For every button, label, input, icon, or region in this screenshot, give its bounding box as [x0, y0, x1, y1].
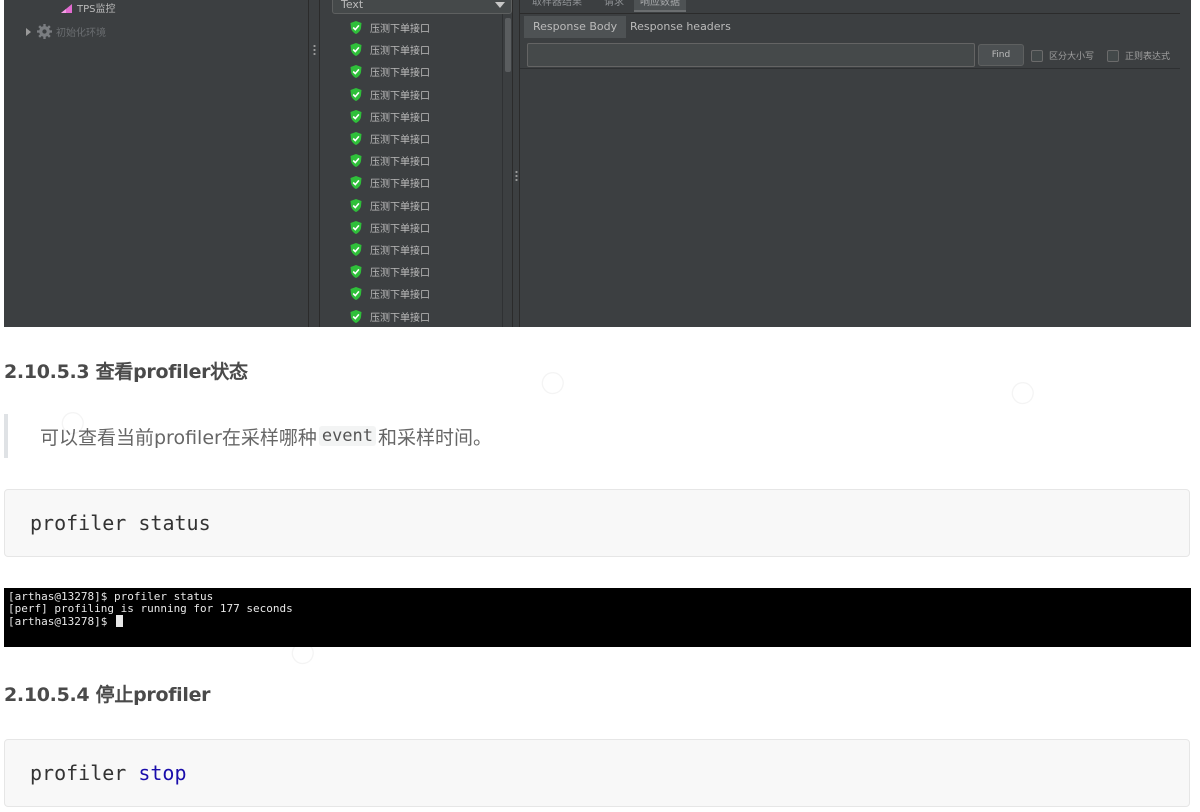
- code-text: profiler status: [30, 511, 211, 535]
- request-item[interactable]: 压测下单接口: [350, 264, 430, 279]
- quote-text: 可以查看当前profiler在采样哪种: [40, 426, 317, 449]
- test-plan-tree: TPS监控 初始化环境: [4, 0, 308, 327]
- splitter-right[interactable]: [512, 0, 520, 327]
- inline-code: event: [318, 426, 377, 446]
- success-shield-icon: [350, 87, 362, 101]
- request-item[interactable]: 压测下单接口: [350, 131, 430, 146]
- success-shield-icon: [350, 309, 362, 323]
- checkbox-label: 区分大小写: [1049, 52, 1095, 62]
- success-shield-icon: [350, 43, 362, 57]
- request-item[interactable]: 压测下单接口: [350, 286, 430, 301]
- success-shield-icon: [350, 220, 362, 234]
- request-label: 压测下单接口: [370, 135, 430, 146]
- terminal-cursor: [115, 615, 123, 627]
- gear-icon: [37, 24, 52, 39]
- watermark: ◯: [1005, 375, 1040, 410]
- response-panel: 取样器结果 请求 响应数据 Response Body Response hea…: [520, 0, 1191, 327]
- request-label: 压测下单接口: [370, 179, 430, 191]
- view-mode-select[interactable]: Text: [332, 0, 512, 14]
- success-shield-icon: [350, 198, 362, 212]
- tab-response-headers[interactable]: Response headers: [621, 16, 740, 38]
- request-item[interactable]: 压测下单接口: [350, 309, 430, 324]
- request-label: 压测下单接口: [370, 46, 430, 58]
- tab-response-body[interactable]: Response Body: [524, 16, 627, 38]
- request-label: 压测下单接口: [370, 68, 430, 80]
- view-mode-value: Text: [341, 0, 364, 11]
- tab-response-data[interactable]: 响应数据: [634, 0, 686, 12]
- expand-arrow-icon[interactable]: [26, 27, 31, 36]
- request-label: 压测下单接口: [370, 268, 430, 280]
- request-item[interactable]: 压测下单接口: [350, 87, 430, 102]
- tab-sampler-result[interactable]: 取样器结果: [526, 0, 588, 12]
- request-label: 压测下单接口: [370, 90, 430, 102]
- request-item[interactable]: 压测下单接口: [350, 175, 430, 190]
- success-shield-icon: [350, 154, 362, 168]
- section-heading-status: 2.10.5.3 查看profiler状态: [4, 361, 248, 383]
- success-shield-icon: [350, 132, 362, 145]
- tree-item-label: TPS监控: [77, 4, 116, 15]
- request-item[interactable]: 压测下单接口: [350, 109, 430, 124]
- blockquote: 可以查看当前profiler在采样哪种 event 和采样时间。: [4, 414, 492, 458]
- quote-text: 和采样时间。: [378, 426, 493, 449]
- success-shield-icon: [350, 21, 362, 34]
- success-shield-icon: [350, 265, 362, 279]
- success-shield-icon: [350, 176, 362, 190]
- tab-request[interactable]: 请求: [598, 0, 630, 12]
- request-label: 压测下单接口: [370, 24, 430, 35]
- tree-item-tps[interactable]: TPS监控: [60, 0, 116, 15]
- section-heading-stop: 2.10.5.4 停止profiler: [4, 684, 211, 706]
- request-label: 压测下单接口: [370, 290, 430, 302]
- terminal-line: [arthas@13278]$: [8, 615, 1187, 628]
- chevron-down-icon: [495, 2, 505, 8]
- code-block-status[interactable]: profiler status: [4, 489, 1190, 557]
- watermark: ◯: [535, 365, 570, 400]
- terminal-output: [arthas@13278]$ profiler status [perf] p…: [4, 588, 1191, 647]
- code-block-stop[interactable]: profiler stop: [4, 739, 1190, 807]
- find-button[interactable]: Find: [978, 44, 1024, 66]
- tree-item-init-env[interactable]: 初始化环境: [26, 24, 106, 39]
- jmeter-screenshot: TPS监控 初始化环境 Text 压测下单接口 压测下单接口 压测下单接口 压测下单接…: [4, 0, 1191, 327]
- terminal-line: [perf] profiling is running for 177 seco…: [8, 602, 293, 615]
- regex-checkbox[interactable]: 正则表达式: [1107, 49, 1170, 62]
- success-shield-icon: [350, 109, 362, 123]
- success-shield-icon: [350, 65, 362, 79]
- results-scrollbar[interactable]: [502, 14, 512, 327]
- tree-item-label: 初始化环境: [56, 28, 106, 39]
- code-keyword: stop: [138, 761, 187, 785]
- request-item[interactable]: 压测下单接口: [350, 220, 430, 235]
- results-list: Text 压测下单接口 压测下单接口 压测下单接口 压测下单接口 压测下单接口 压测下单接…: [320, 0, 514, 327]
- request-label: 压测下单接口: [370, 246, 430, 257]
- checkbox-box[interactable]: [1031, 49, 1043, 62]
- scrollbar-thumb[interactable]: [505, 18, 511, 72]
- request-item[interactable]: 压测下单接口: [350, 242, 430, 257]
- success-shield-icon: [350, 287, 362, 301]
- request-item[interactable]: 压测下单接口: [350, 198, 430, 213]
- request-item[interactable]: 压测下单接口: [350, 20, 430, 35]
- request-label: 压测下单接口: [370, 312, 430, 324]
- request-label: 压测下单接口: [370, 201, 430, 213]
- case-sensitive-checkbox[interactable]: 区分大小写: [1031, 49, 1094, 62]
- find-input[interactable]: [527, 43, 975, 67]
- request-label: 压测下单接口: [370, 157, 430, 169]
- chart-icon: [61, 3, 72, 13]
- request-label: 压测下单接口: [370, 223, 430, 235]
- checkbox-box[interactable]: [1107, 49, 1119, 62]
- request-item[interactable]: 压测下单接口: [350, 42, 430, 57]
- success-shield-icon: [350, 243, 362, 256]
- request-item[interactable]: 压测下单接口: [350, 153, 430, 168]
- request-item[interactable]: 压测下单接口: [350, 64, 430, 79]
- code-text: profiler: [30, 761, 127, 785]
- checkbox-label: 正则表达式: [1125, 52, 1171, 62]
- result-tabs: 取样器结果 请求 响应数据: [520, 0, 1191, 14]
- splitter-left[interactable]: [308, 0, 320, 327]
- find-bar: Find 区分大小写 正则表达式: [523, 43, 1187, 67]
- request-label: 压测下单接口: [370, 112, 430, 124]
- terminal-prompt: [arthas@13278]$: [8, 615, 114, 628]
